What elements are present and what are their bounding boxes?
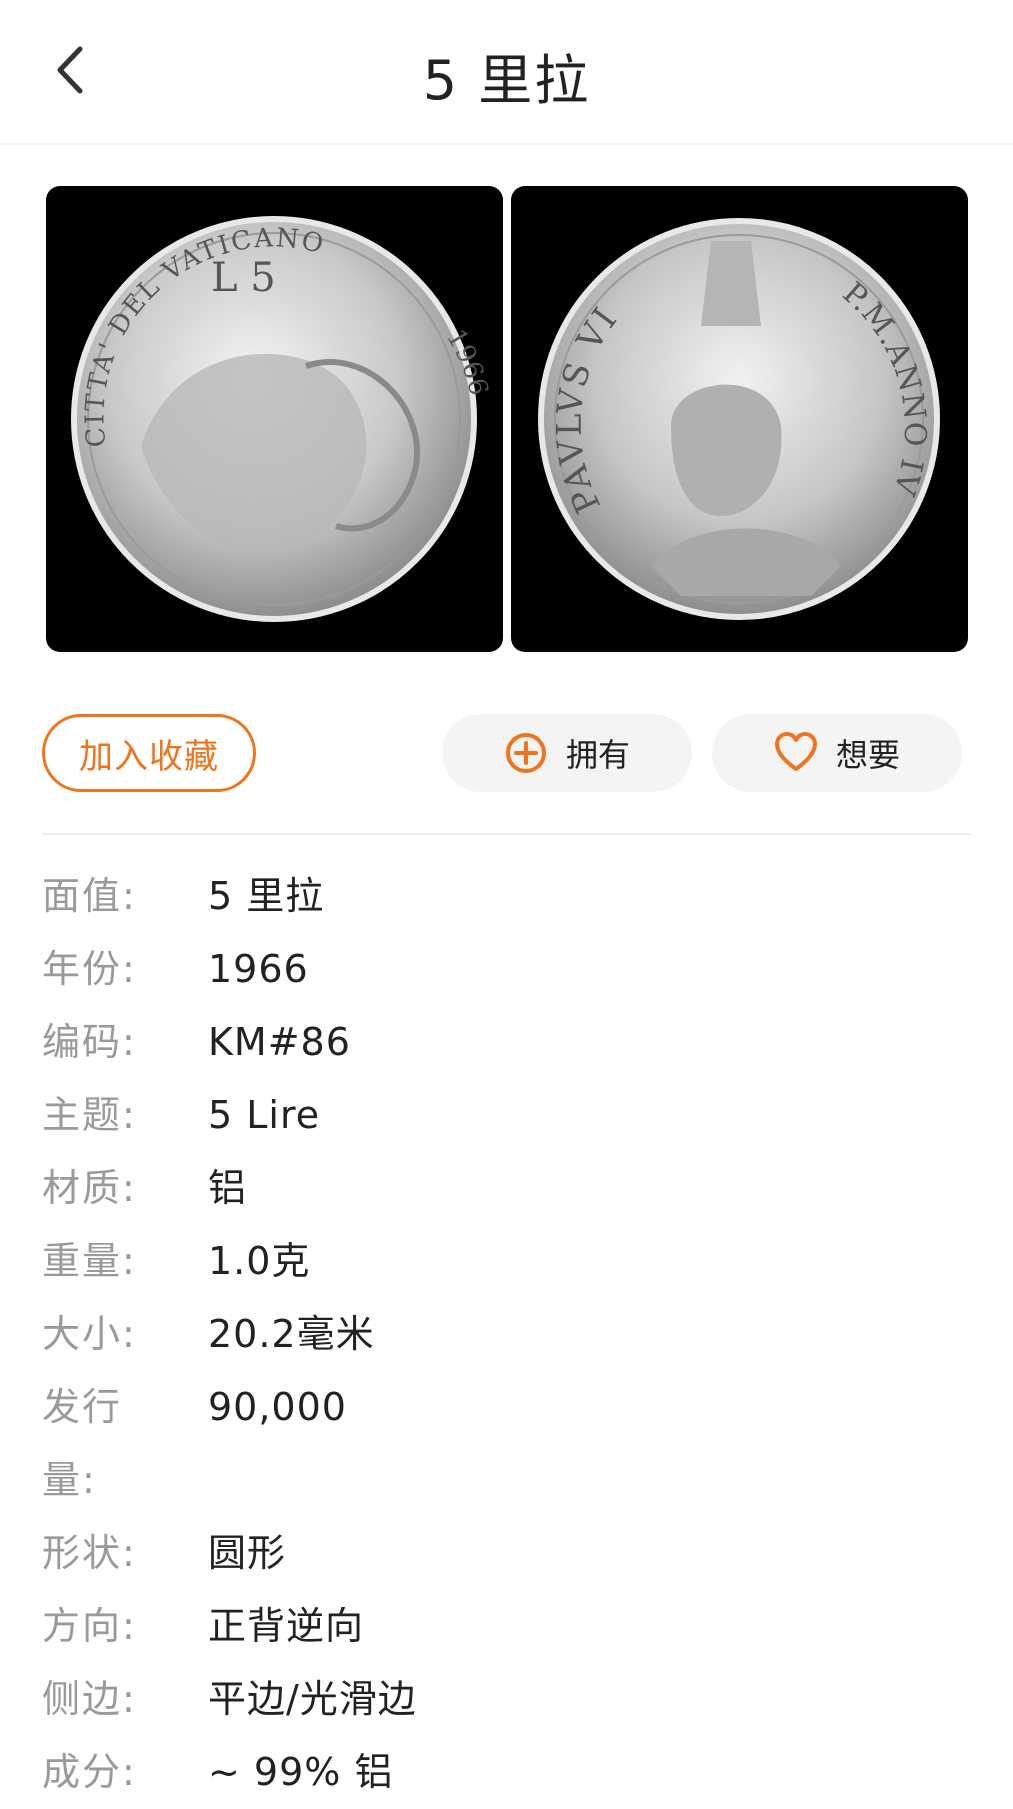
page-title: 5 里拉	[422, 49, 591, 112]
own-label: 拥有	[565, 736, 630, 774]
detail-label: 年份:	[42, 947, 137, 991]
detail-row-shape: 形状: 圆形	[42, 1517, 972, 1590]
detail-row-subject: 主题: 5 Lire	[42, 1079, 972, 1152]
want-button[interactable]: 想要	[712, 714, 962, 792]
detail-value: KM#86	[208, 1020, 351, 1064]
detail-label: 材质:	[42, 1166, 137, 1210]
own-button[interactable]: 拥有	[442, 714, 692, 792]
detail-row-size: 大小: 20.2毫米	[42, 1298, 972, 1371]
coin-images: CITTA' DEL VATICANO L 5 1966 PAVLVS VI P…	[46, 186, 968, 652]
plus-circle-icon	[504, 731, 548, 775]
detail-label: 成分:	[42, 1750, 137, 1794]
detail-value: 正背逆向	[208, 1604, 365, 1648]
detail-value: 5 里拉	[208, 874, 325, 918]
detail-value: 5 Lire	[208, 1093, 321, 1137]
detail-label: 大小:	[42, 1312, 137, 1356]
coin-obverse-image[interactable]: CITTA' DEL VATICANO L 5 1966	[46, 186, 503, 652]
add-to-collection-button[interactable]: 加入收藏	[42, 714, 256, 792]
detail-row-denomination: 面值: 5 里拉	[42, 860, 972, 933]
detail-row-mintage: 发行量: 90,000	[42, 1371, 972, 1517]
detail-row-weight: 重量: 1.0克	[42, 1225, 972, 1298]
detail-label: 主题:	[42, 1093, 137, 1137]
detail-value: 20.2毫米	[208, 1312, 375, 1356]
heart-icon	[774, 731, 818, 775]
detail-label: 侧边:	[42, 1677, 137, 1721]
detail-value: 铝	[208, 1166, 248, 1210]
detail-value: 平边/光滑边	[208, 1677, 417, 1721]
detail-label: 方向:	[42, 1604, 137, 1648]
detail-row-composition: 成分: ~ 99% 铝	[42, 1736, 972, 1809]
coin-details: 面值: 5 里拉 年份: 1966 编码: KM#86 主题: 5 Lire 材…	[42, 860, 972, 1809]
detail-value: 90,000	[208, 1385, 347, 1429]
detail-label: 编码:	[42, 1020, 137, 1064]
obverse-denomination: L 5	[211, 255, 276, 301]
detail-value: ~ 99% 铝	[208, 1750, 394, 1794]
detail-row-edge: 侧边: 平边/光滑边	[42, 1663, 972, 1736]
detail-row-code: 编码: KM#86	[42, 1006, 972, 1079]
detail-value: 1.0克	[208, 1239, 311, 1283]
detail-row-year: 年份: 1966	[42, 933, 972, 1006]
detail-label: 发行量:	[42, 1385, 123, 1502]
detail-label: 重量:	[42, 1239, 137, 1283]
want-label: 想要	[835, 736, 900, 774]
detail-label: 形状:	[42, 1531, 137, 1575]
top-bar: 5 里拉	[0, 0, 1013, 145]
detail-value: 1966	[208, 947, 309, 991]
detail-value: 圆形	[208, 1531, 287, 1575]
divider	[42, 833, 972, 835]
detail-label: 面值:	[42, 874, 137, 918]
detail-row-orientation: 方向: 正背逆向	[42, 1590, 972, 1663]
coin-reverse-image[interactable]: PAVLVS VI P.M.ANNO IV	[511, 186, 968, 652]
action-bar: 加入收藏 拥有 想要	[42, 712, 972, 792]
detail-row-material: 材质: 铝	[42, 1152, 972, 1225]
